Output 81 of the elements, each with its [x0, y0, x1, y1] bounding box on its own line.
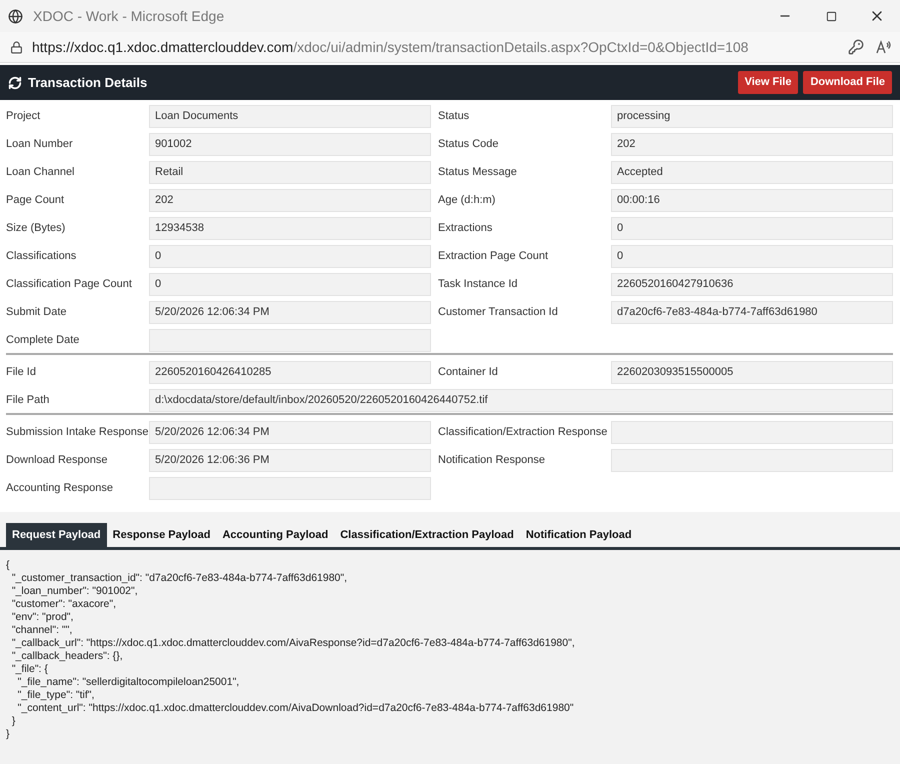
- field[interactable]: 202: [611, 133, 893, 156]
- payload-line: "_file_type": "tif",: [16, 689, 94, 702]
- field-label: File Id: [6, 365, 37, 380]
- payload-tab[interactable]: Response Payload: [106, 523, 216, 547]
- globe-icon: [8, 8, 23, 24]
- payload-line: "_customer_transaction_id": "d7a20cf6-7e83-484a-b774-7aff63d61980",: [10, 572, 348, 585]
- field[interactable]: 2260520160427910636: [611, 273, 893, 296]
- window-title: XDOC - Work - Microsoft Edge: [33, 6, 224, 26]
- maximize-icon: [826, 10, 836, 22]
- payload-line: "_file_name": "sellerdigitaltocompileloan25001",: [16, 676, 240, 689]
- field[interactable]: Retail: [149, 161, 431, 184]
- payload-line: "customer": "axacore",: [10, 598, 116, 611]
- payload-line: "_loan_number": "901002",: [10, 585, 138, 598]
- lock-icon: [10, 40, 23, 54]
- field[interactable]: 901002: [149, 133, 431, 156]
- field-label: Loan Number: [6, 137, 74, 152]
- field[interactable]: [149, 477, 431, 500]
- field-label: Notification Response: [437, 453, 546, 468]
- field-label: Page Count: [6, 193, 66, 208]
- field[interactable]: 0: [149, 245, 431, 268]
- field[interactable]: 12934538: [149, 217, 431, 240]
- address-bar[interactable]: https://xdoc.q1.xdoc.dmatterclouddev.com/xdoc/ui/admin/system/transactionDetails.aspx?OpCtxId=0&ObjectId=108: [0, 32, 900, 63]
- field[interactable]: 5/20/2026 12:06:34 PM: [149, 301, 431, 324]
- refresh-icon[interactable]: [8, 76, 22, 90]
- field-label: Extractions: [437, 221, 494, 236]
- field-label: Extraction Page Count: [437, 249, 550, 264]
- field-label: Container Id: [437, 365, 499, 380]
- payload-tab[interactable]: Classification/Extraction Payload: [334, 523, 520, 547]
- key-icon[interactable]: [848, 39, 864, 55]
- field[interactable]: [611, 449, 893, 472]
- field[interactable]: Accepted: [611, 161, 893, 184]
- field-label: Size (Bytes): [6, 221, 66, 236]
- payload-line: "_callback_headers": {},: [10, 650, 123, 663]
- field[interactable]: 0: [149, 273, 431, 296]
- page-title: Transaction Details: [28, 74, 148, 92]
- field-label: Task Instance Id: [437, 277, 518, 292]
- field[interactable]: 2260520160426410285: [149, 361, 431, 384]
- field[interactable]: 0: [611, 245, 893, 268]
- field-label: File Path: [6, 393, 50, 408]
- field-label: Status Message: [437, 165, 518, 180]
- field[interactable]: processing: [611, 105, 893, 128]
- field[interactable]: 5/20/2026 12:06:36 PM: [149, 449, 431, 472]
- field-label: Submit Date: [6, 305, 68, 320]
- field-label: Loan Channel: [6, 165, 76, 180]
- field[interactable]: d:\xdocdata/store/default/inbox/20260520/2260520160426440752.tif: [149, 389, 893, 412]
- payload-tab[interactable]: Accounting Payload: [216, 523, 334, 547]
- read-aloud-icon[interactable]: [876, 39, 892, 55]
- field-label: Classifications: [6, 249, 78, 264]
- payload-line: "_callback_url": "https://xdoc.q1.xdoc.dmatterclouddev.com/AivaResponse?id=d7a20cf6-7e83-484a-b774-7aff63d61980",: [10, 637, 575, 650]
- field[interactable]: 2260203093515500005: [611, 361, 893, 384]
- field-label: Submission Intake Response: [6, 425, 149, 440]
- payload-tab[interactable]: Notification Payload: [520, 523, 638, 547]
- field[interactable]: Loan Documents: [149, 105, 431, 128]
- field-label: Accounting Response: [6, 481, 114, 496]
- field[interactable]: 0: [611, 217, 893, 240]
- view-file-button[interactable]: View File: [738, 71, 798, 94]
- field-label: Project: [6, 109, 42, 124]
- payload-line: "env": "prod",: [10, 611, 74, 624]
- payload-line: }: [10, 715, 16, 728]
- field[interactable]: [611, 421, 893, 444]
- field-label: Classification/Extraction Response: [437, 425, 608, 440]
- payload-line: {: [6, 559, 10, 572]
- field-label: Status Code: [437, 137, 500, 152]
- payload-line: "_file": {: [10, 663, 48, 676]
- field[interactable]: 202: [149, 189, 431, 212]
- field-label: Customer Transaction Id: [437, 305, 559, 320]
- payload-line: "channel": "",: [10, 624, 72, 637]
- payload-line: "_content_url": "https://xdoc.q1.xdoc.dmatterclouddev.com/AivaDownload?id=d7a20cf6-7e83-484a-b774-7aff63d61980": [16, 702, 574, 715]
- field-label: Status: [437, 109, 470, 124]
- field-label: Age (d:h:m): [437, 193, 496, 208]
- payload-line: }: [6, 728, 10, 741]
- field-label: Complete Date: [6, 333, 80, 348]
- field-label: Classification Page Count: [6, 277, 133, 292]
- field[interactable]: [149, 329, 431, 352]
- field-label: Download Response: [6, 453, 109, 468]
- field[interactable]: 00:00:16: [611, 189, 893, 212]
- url-text: https://xdoc.q1.xdoc.dmatterclouddev.com/xdoc/ui/admin/system/transactionDetails.aspx?OpCtxId=0&ObjectId=108: [32, 38, 748, 57]
- field[interactable]: d7a20cf6-7e83-484a-b774-7aff63d61980: [611, 301, 893, 324]
- download-file-button[interactable]: Download File: [803, 71, 892, 94]
- payload-tab[interactable]: Request Payload: [6, 523, 107, 547]
- field[interactable]: 5/20/2026 12:06:34 PM: [149, 421, 431, 444]
